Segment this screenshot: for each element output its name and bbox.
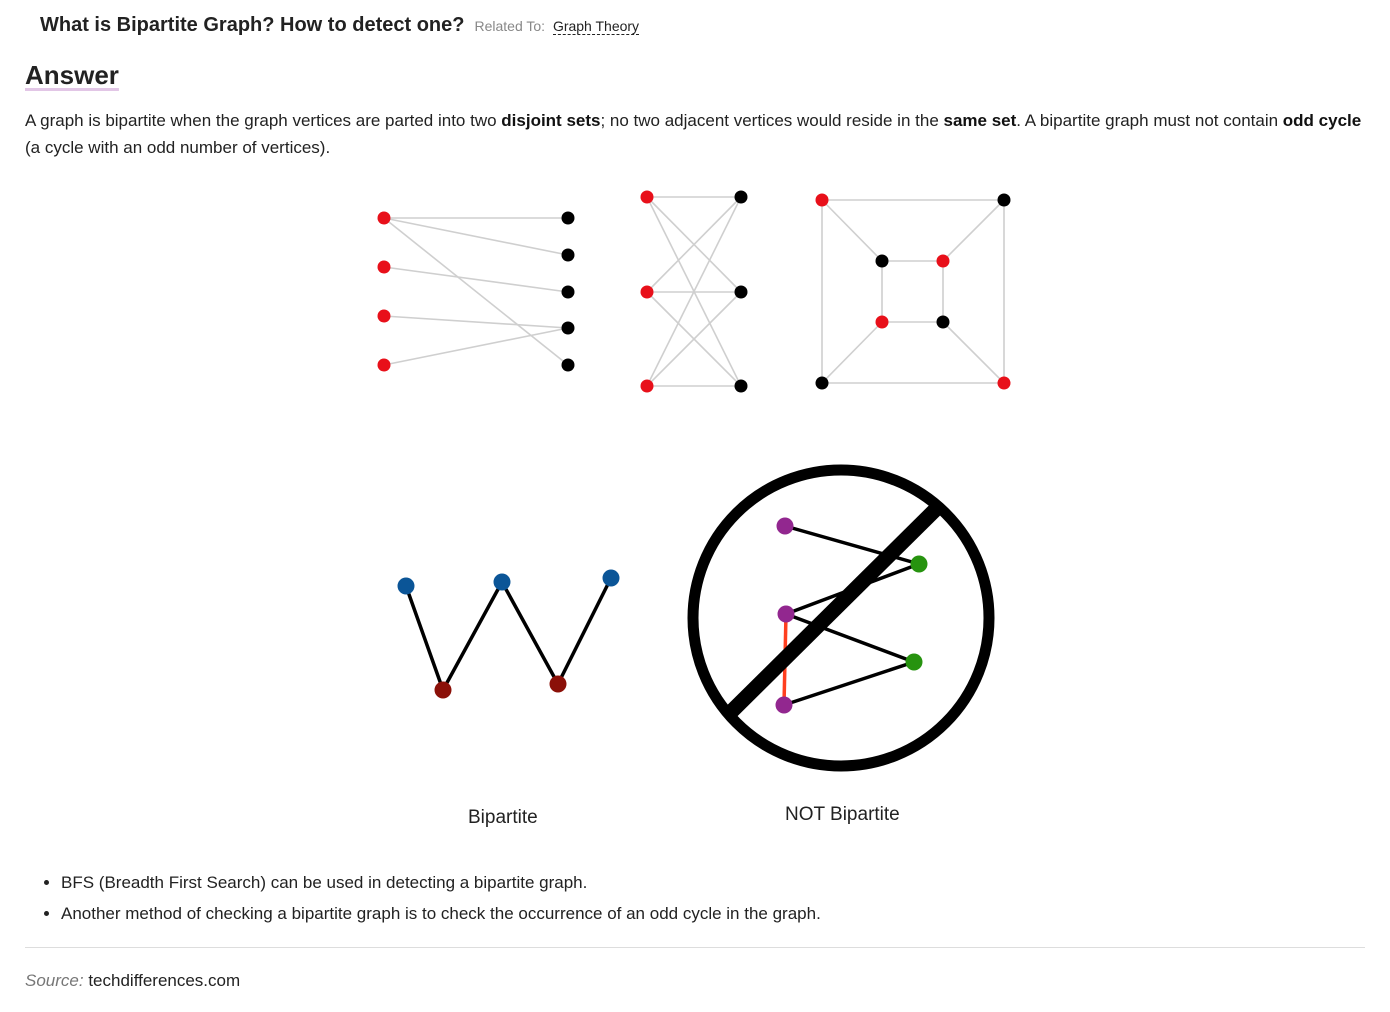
bipartite-graph-3 xyxy=(821,199,1005,384)
graph-edge xyxy=(383,217,569,256)
graph-node-black xyxy=(997,193,1011,207)
related-topic-link[interactable]: Graph Theory xyxy=(552,18,640,35)
bipartite-example xyxy=(404,576,613,692)
graph-node-black xyxy=(875,254,889,268)
related-to: Related To: Graph Theory xyxy=(474,18,640,35)
question-header: What is Bipartite Graph? How to detect o… xyxy=(40,14,640,37)
graph-node-green xyxy=(910,555,928,573)
graph-node-black xyxy=(734,379,748,393)
graph-node-black xyxy=(561,211,575,225)
list-item: Another method of checking a bipartite g… xyxy=(61,898,821,929)
graph-node-blue xyxy=(602,569,620,587)
graph-node-red xyxy=(640,379,654,393)
graph-edge xyxy=(556,576,613,686)
graph-edge xyxy=(942,321,1005,384)
graph-node-black xyxy=(561,285,575,299)
graph-node-red xyxy=(815,193,829,207)
graph-node-red xyxy=(640,285,654,299)
graph-node-red xyxy=(377,260,391,274)
graph-node-purple xyxy=(775,696,793,714)
section-divider xyxy=(25,947,1365,948)
graph-edge xyxy=(441,580,504,692)
graph-edge xyxy=(821,321,883,384)
answer-text-4: (a cycle with an odd number of vertices)… xyxy=(25,138,331,157)
bipartite-graph-1 xyxy=(383,217,569,366)
answer-text-1: A graph is bipartite when the graph vert… xyxy=(25,111,502,130)
graph-node-red xyxy=(936,254,950,268)
graph-node-purple xyxy=(776,517,794,535)
graph-edge xyxy=(821,199,883,262)
bipartite-vs-not-figure xyxy=(397,464,995,772)
graph-node-black xyxy=(734,285,748,299)
graph-node-black xyxy=(734,190,748,204)
list-item: BFS (Breadth First Search) can be used i… xyxy=(61,867,821,898)
graph-node-black xyxy=(561,248,575,262)
graph-edge xyxy=(383,327,569,366)
graph-node-purple xyxy=(777,605,795,623)
graph-edge xyxy=(942,199,1005,262)
graph-node-green xyxy=(905,653,923,671)
graph-node-blue xyxy=(397,577,415,595)
source-site[interactable]: techdifferences.com xyxy=(88,971,240,990)
caption-bipartite: Bipartite xyxy=(468,807,538,828)
prohibited-circle xyxy=(687,464,995,772)
bipartite-example-nodes xyxy=(397,569,620,699)
source-line: Source: techdifferences.com xyxy=(25,971,240,991)
graph-node-dark-red xyxy=(434,681,452,699)
answer-heading: Answer xyxy=(25,60,119,90)
question-title: What is Bipartite Graph? How to detect o… xyxy=(40,14,465,36)
graph-edge xyxy=(383,266,569,293)
bipartite-graph-2 xyxy=(646,196,742,387)
source-label: Source: xyxy=(25,971,84,990)
answer-bold-same-set: same set xyxy=(943,111,1017,130)
graph-node-red xyxy=(377,309,391,323)
graph-edge xyxy=(500,580,560,686)
graph-edge xyxy=(404,584,445,692)
related-prefix: Related To: xyxy=(474,18,546,34)
graph-node-blue xyxy=(493,573,511,591)
graph-node-red xyxy=(377,211,391,225)
answer-text-3: . A bipartite graph must not contain xyxy=(1016,111,1283,130)
detection-methods-list: BFS (Breadth First Search) can be used i… xyxy=(25,867,821,929)
graph-edge xyxy=(383,315,569,329)
answer-text-2: ; no two adjacent vertices would reside … xyxy=(600,111,944,130)
prohibited-icon xyxy=(687,464,995,772)
graph-node-black xyxy=(561,358,575,372)
graph-node-black xyxy=(815,376,829,390)
bipartite-examples-figure xyxy=(377,190,1011,393)
graph-node-black xyxy=(561,321,575,335)
graph-node-dark-red xyxy=(549,675,567,693)
answer-bold-disjoint-sets: disjoint sets xyxy=(501,111,601,130)
graph-node-red xyxy=(640,190,654,204)
graph-edge xyxy=(383,217,569,366)
graph-node-black xyxy=(936,315,950,329)
graph-node-red xyxy=(997,376,1011,390)
answer-paragraph: A graph is bipartite when the graph vert… xyxy=(25,107,1365,161)
graph-node-red xyxy=(875,315,889,329)
answer-bold-odd-cycle: odd cycle xyxy=(1282,111,1362,130)
caption-not-bipartite: NOT Bipartite xyxy=(785,804,900,825)
graph-edge xyxy=(782,660,916,707)
graph-node-red xyxy=(377,358,391,372)
